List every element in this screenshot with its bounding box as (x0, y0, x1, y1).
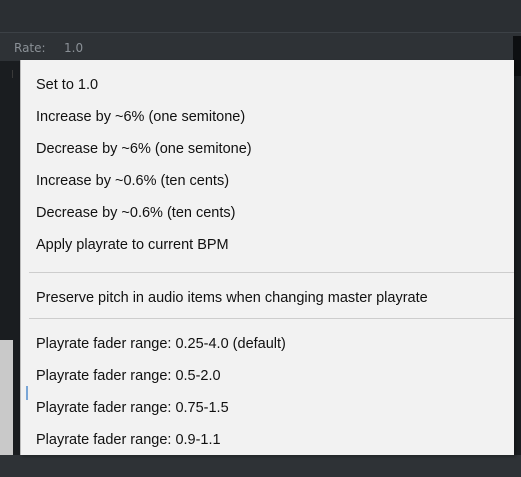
playrate-context-menu: Set to 1.0 Increase by ~6% (one semitone… (20, 60, 514, 455)
menu-item-fader-range-0.5-2[interactable]: Playrate fader range: 0.5-2.0 (21, 360, 514, 392)
menu-separator (29, 318, 514, 319)
rate-value[interactable]: 1.0 (64, 41, 83, 55)
menu-item-fader-range-0.9-1.1[interactable]: Playrate fader range: 0.9-1.1 (21, 424, 514, 456)
menu-separator (29, 272, 514, 273)
menu-item-set-to-1[interactable]: Set to 1.0 (21, 69, 514, 101)
menu-item-fader-range-default[interactable]: Playrate fader range: 0.25-4.0 (default) (21, 328, 514, 360)
menu-item-decrease-semitone[interactable]: Decrease by ~6% (one semitone) (21, 133, 514, 165)
menu-item-increase-semitone[interactable]: Increase by ~6% (one semitone) (21, 101, 514, 133)
menu-edge-mark (12, 70, 13, 78)
rate-label: Rate: (14, 41, 46, 55)
menu-item-increase-ten-cents[interactable]: Increase by ~0.6% (ten cents) (21, 165, 514, 197)
window-edge (513, 36, 521, 76)
menu-item-apply-playrate-bpm[interactable]: Apply playrate to current BPM (21, 229, 514, 261)
menu-item-fader-range-0.75-1.5[interactable]: Playrate fader range: 0.75-1.5 (21, 392, 514, 424)
menu-item-decrease-ten-cents[interactable]: Decrease by ~0.6% (ten cents) (21, 197, 514, 229)
app-toolbar (0, 0, 521, 32)
app-bottom-bar (0, 455, 521, 477)
menu-item-preserve-pitch[interactable]: Preserve pitch in audio items when chang… (21, 282, 514, 314)
